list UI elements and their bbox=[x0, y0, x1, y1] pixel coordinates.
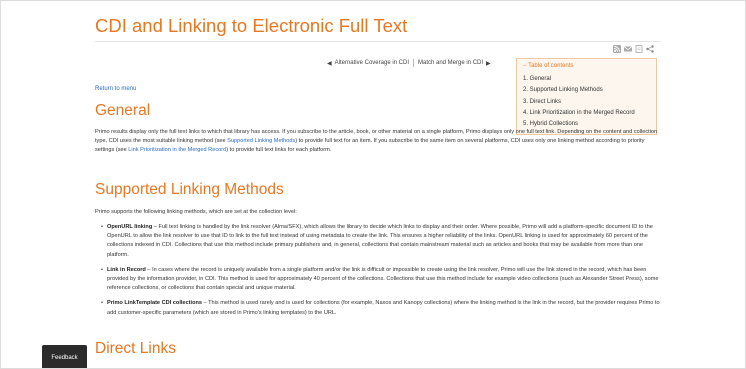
next-article-link[interactable]: Match and Merge in CDI bbox=[418, 60, 483, 66]
list-item: Primo LinkTemplate CDI collections – Thi… bbox=[101, 299, 661, 317]
table-of-contents: − Table of contents 1. General 2. Suppor… bbox=[516, 58, 657, 135]
toc-item-supported-linking-methods[interactable]: 2. Supported Linking Methods bbox=[523, 85, 650, 96]
pdf-icon[interactable] bbox=[635, 45, 643, 53]
rss-icon[interactable] bbox=[613, 45, 621, 53]
section-heading-general: General bbox=[95, 102, 151, 119]
section-heading-direct-links: Direct Links bbox=[95, 340, 176, 357]
link-prioritization-link[interactable]: Link Prioritization in the Merged Record bbox=[128, 147, 226, 153]
section-heading-supported-linking-methods: Supported Linking Methods bbox=[95, 181, 284, 198]
page-toolbar bbox=[613, 45, 654, 53]
return-to-menu-link[interactable]: Return to menu bbox=[95, 86, 136, 92]
page-title: CDI and Linking to Electronic Full Text bbox=[95, 15, 408, 36]
toc-item-direct-links[interactable]: 3. Direct Links bbox=[523, 97, 650, 108]
previous-article-link[interactable]: Alternative Coverage in CDI bbox=[335, 60, 409, 66]
supported-intro: Primo supports the following linking met… bbox=[95, 209, 297, 215]
mail-icon[interactable] bbox=[623, 45, 633, 53]
chevron-right-icon[interactable]: ▶ bbox=[486, 60, 491, 67]
chevron-left-icon[interactable]: ◀ bbox=[327, 60, 332, 67]
supported-linking-methods-link[interactable]: Supported Linking Methods bbox=[227, 138, 295, 144]
feedback-button[interactable]: Feedback bbox=[42, 345, 87, 368]
toc-heading[interactable]: − Table of contents bbox=[523, 63, 650, 69]
pager-divider bbox=[413, 59, 414, 67]
toc-item-link-prioritization[interactable]: 4. Link Prioritization in the Merged Rec… bbox=[523, 108, 650, 119]
list-item: OpenURL linking – Full text linking is h… bbox=[101, 223, 661, 260]
list-item: Link in Record – In cases where the reco… bbox=[101, 266, 661, 294]
title-divider bbox=[95, 41, 661, 42]
toc-item-general[interactable]: 1. General bbox=[523, 74, 650, 85]
page-frame: CDI and Linking to Electronic Full Text … bbox=[0, 0, 746, 369]
linking-methods-list: OpenURL linking – Full text linking is h… bbox=[101, 223, 661, 324]
general-paragraph: Primo results display only the full text… bbox=[95, 129, 658, 154]
article-pager: ◀ Alternative Coverage in CDI Match and … bbox=[327, 59, 491, 67]
share-icon[interactable] bbox=[646, 45, 654, 53]
